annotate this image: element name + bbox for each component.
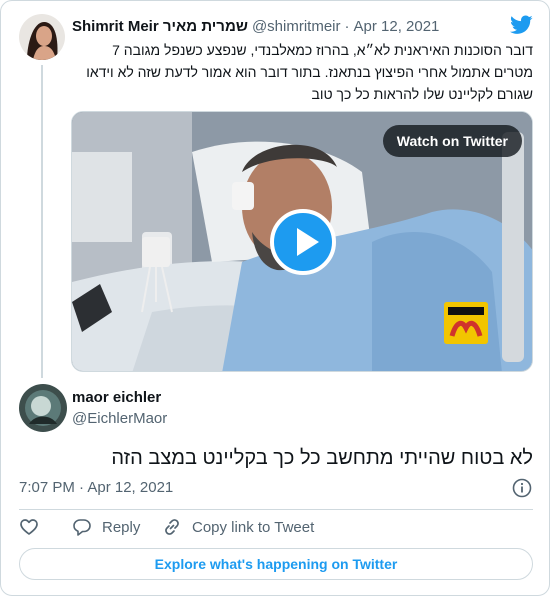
like-button[interactable] [19, 517, 49, 537]
parent-tweet-text: דובר הסוכנות האיראנית לא״א, בהרוז כמאלבנ… [86, 42, 533, 102]
author-name[interactable]: Shimrit Meir שמרית מאיר [72, 18, 248, 35]
copy-link-icon [165, 519, 179, 535]
video-thumbnail[interactable]: Watch on Twitter [71, 111, 533, 372]
parent-tweet-header: Shimrit Meir שמרית מאיר @shimritmeir · A… [72, 16, 439, 36]
explore-twitter-button[interactable]: Explore what's happening on Twitter [19, 548, 533, 580]
copy-link-label: Copy link to Tweet [192, 518, 315, 536]
heart-icon [20, 519, 38, 535]
reply-label: Reply [102, 518, 141, 536]
tweet-timestamp[interactable]: 7:07 PM · Apr 12, 2021 [19, 479, 173, 496]
author-handle[interactable]: @EichlerMaor [72, 410, 167, 427]
irna-logo [444, 302, 488, 344]
watch-on-twitter-button[interactable]: Watch on Twitter [382, 125, 522, 157]
reply-icon [73, 519, 91, 536]
info-icon[interactable] [512, 478, 532, 498]
reply-button[interactable]: Reply [72, 517, 140, 537]
tweet-embed-card: Shimrit Meir שמרית מאיר @shimritmeir · A… [0, 0, 550, 596]
author-handle[interactable]: @shimritmeir [252, 18, 341, 35]
tweet-text: לא בטוח שהייתי מתחשב כל כך בקליינט במצב … [111, 447, 533, 469]
avatar[interactable] [19, 14, 65, 60]
avatar[interactable] [19, 384, 67, 432]
separator: · [344, 17, 350, 35]
tweet-date[interactable]: Apr 12, 2021 [354, 18, 440, 35]
play-icon[interactable] [270, 209, 336, 275]
thread-connector [41, 65, 43, 378]
twitter-bird-icon[interactable] [510, 15, 533, 35]
divider [19, 509, 533, 510]
copy-link-button[interactable]: Copy link to Tweet [162, 517, 314, 537]
author-name[interactable]: maor eichler [72, 389, 161, 406]
